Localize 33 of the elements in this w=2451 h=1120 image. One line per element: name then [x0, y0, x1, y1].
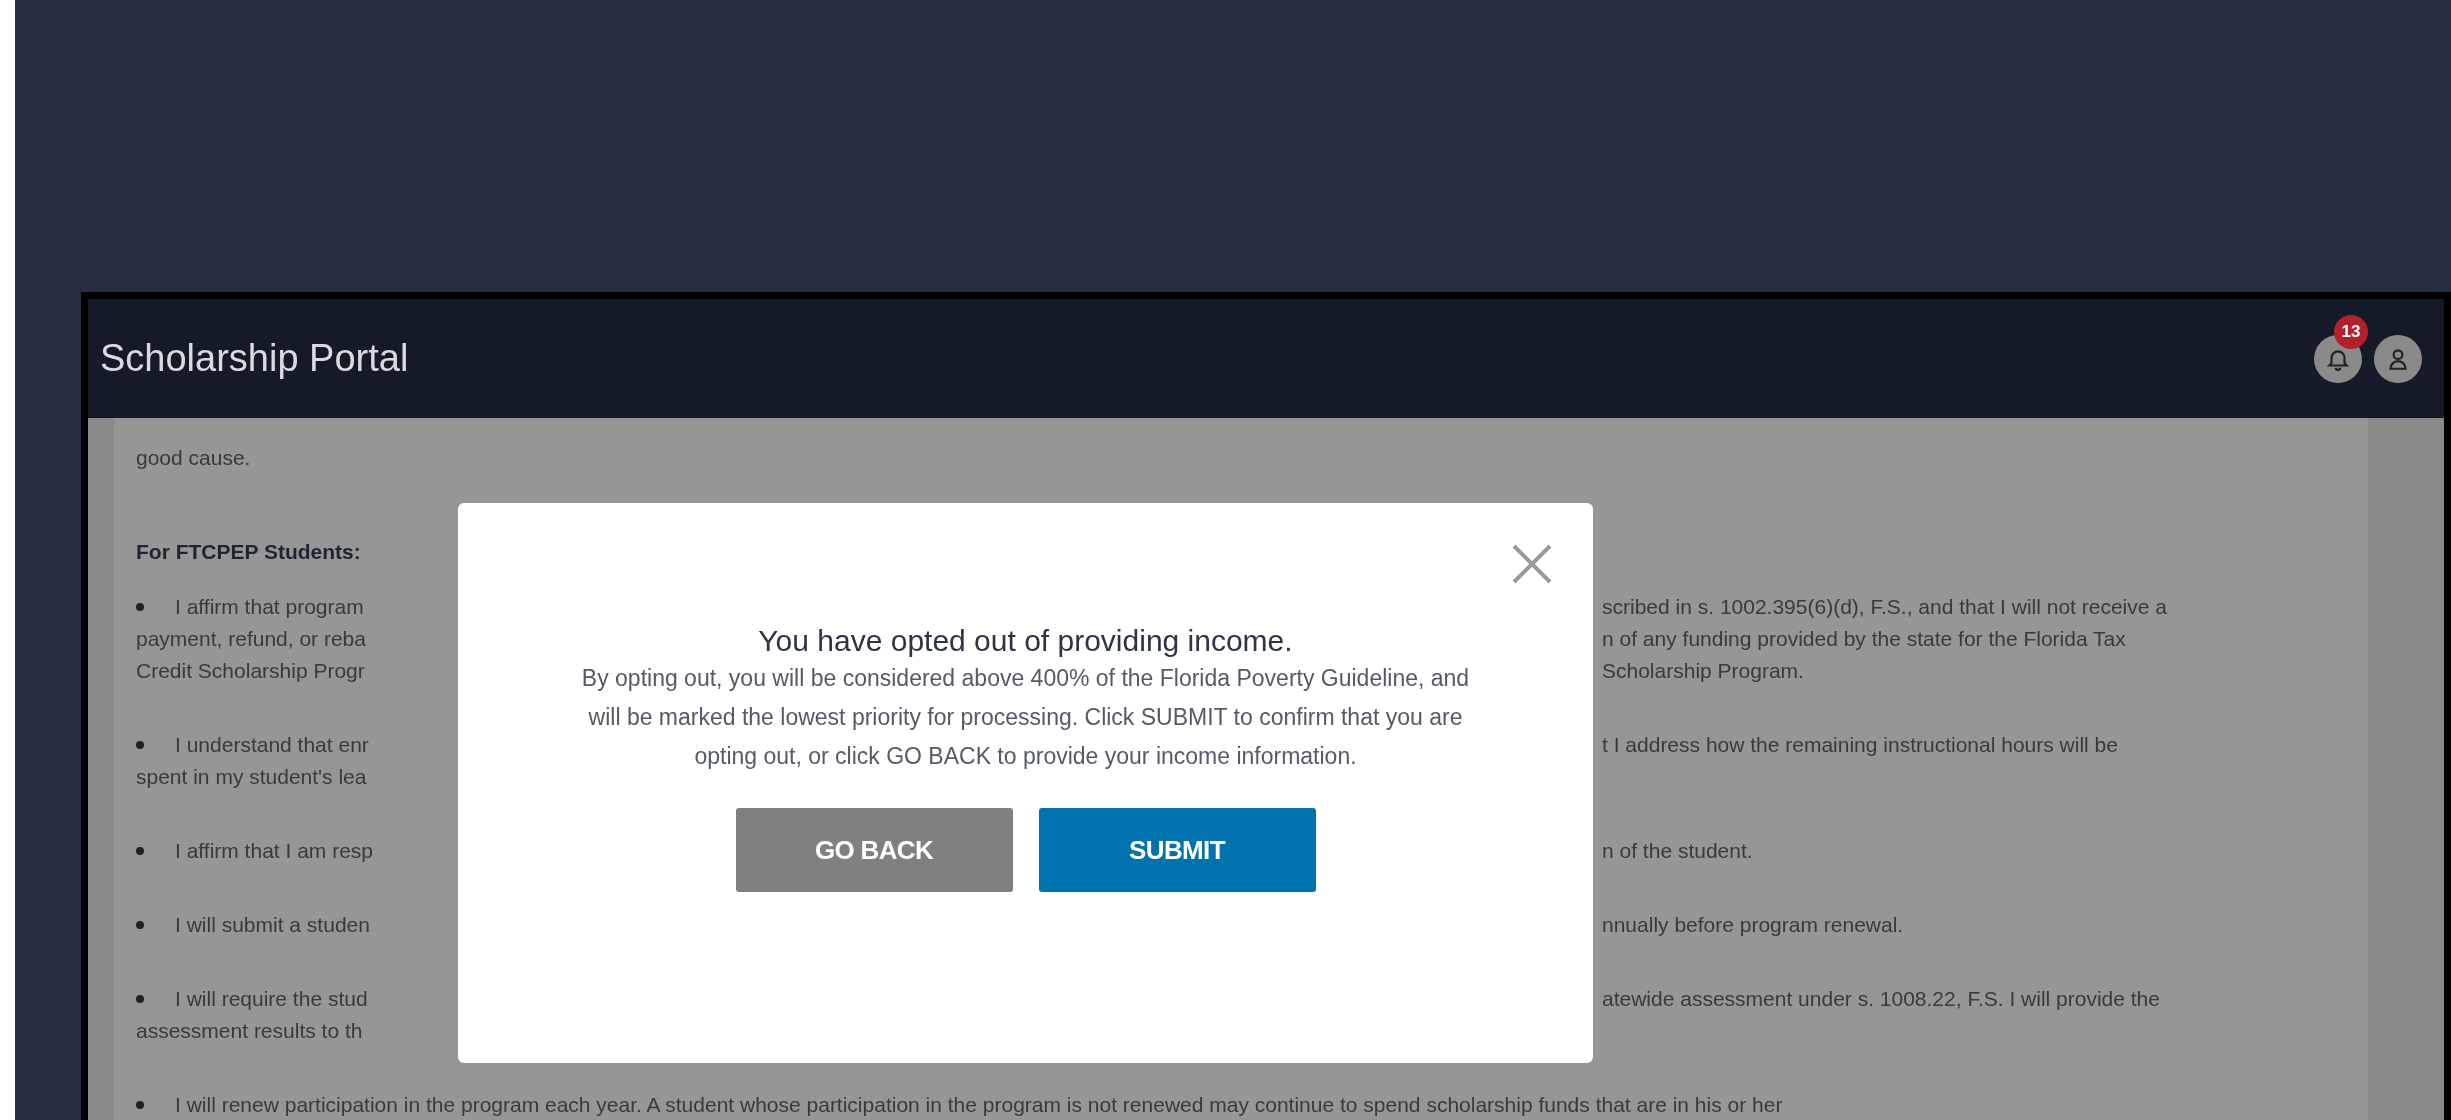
- bullet-icon: [136, 741, 144, 749]
- bullet-icon: [136, 1101, 144, 1109]
- body-text: n of any funding provided by the state for the Florida Tax: [1602, 626, 2126, 653]
- body-text: Credit Scholarship Progr: [136, 658, 365, 685]
- body-text: t I address how the remaining instructional hours will be: [1602, 732, 2118, 759]
- body-text: I will renew participation in the program each year. A student whose participation in the program is not renewed may continue to spend scholarship funds that are in his or her: [175, 1092, 1783, 1119]
- body-text: payment, refund, or reba: [136, 626, 366, 653]
- body-text: I will submit a studen: [175, 912, 370, 939]
- back-button[interactable]: GO BACK: [735, 808, 1013, 892]
- body-text: assessment results to th: [136, 1018, 363, 1045]
- body-text: I affirm that I am resp: [175, 838, 373, 865]
- notification-badge: 13: [2334, 314, 2368, 349]
- dialog-message: By opting out, you will be considered above 400% of the Florida Poverty Guideline, and will be marked the lowest priority for processing. Click SUBMIT to confirm that you are opting out, or click GO BACK to provide your income information.: [580, 664, 1471, 771]
- body-text: I will require the stud: [175, 986, 368, 1013]
- body-text: atewide assessment under s. 1008.22, F.S. I will provide the: [1602, 986, 2160, 1013]
- bullet-icon: [136, 603, 144, 611]
- body-text: n of the student.: [1602, 838, 1753, 865]
- portal-title: Scholarship Portal: [100, 336, 409, 381]
- bullet-icon: [136, 995, 144, 1003]
- submit-button[interactable]: SUBMIT: [1038, 808, 1316, 892]
- bullet-icon: [136, 921, 144, 929]
- body-text: I understand that enr: [175, 732, 369, 759]
- bullet-icon: [136, 847, 144, 855]
- section-heading: For FTCPEP Students:: [136, 539, 361, 566]
- dialog-title: You have opted out of providing income.: [758, 623, 1293, 659]
- body-text: scribed in s. 1002.395(6)(d), F.S., and that I will not receive a: [1602, 594, 2167, 621]
- body-text: I affirm that program: [175, 594, 364, 621]
- body-text: nnually before program renewal.: [1602, 912, 1904, 939]
- body-text: spent in my student's lea: [136, 764, 367, 791]
- user-avatar-button[interactable]: [2374, 334, 2422, 383]
- body-text: Scholarship Program.: [1602, 658, 1804, 685]
- close-icon: [1511, 543, 1553, 585]
- body-text: good cause.: [136, 445, 251, 472]
